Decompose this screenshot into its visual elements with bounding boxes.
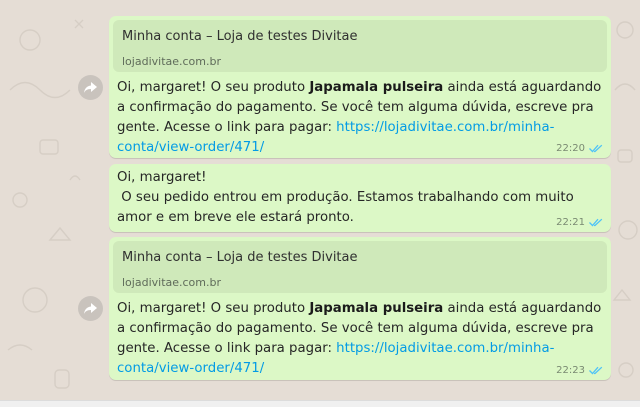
composer-bar-edge [0, 400, 640, 407]
link-preview-domain: lojadivitae.com.br [122, 276, 221, 289]
link-preview[interactable]: Minha conta – Loja de testes Divitae loj… [113, 20, 607, 72]
message-text: Oi, margaret! O seu pedido entrou em pro… [117, 170, 574, 225]
forward-arrow-icon [84, 82, 97, 93]
message-bubble[interactable]: Oi, margaret! O seu pedido entrou em pro… [109, 164, 611, 232]
message-bubble[interactable]: Minha conta – Loja de testes Divitae loj… [109, 237, 611, 380]
link-preview[interactable]: Minha conta – Loja de testes Divitae loj… [113, 241, 607, 293]
message-bubble[interactable]: Minha conta – Loja de testes Divitae loj… [109, 16, 611, 158]
link-preview-domain: lojadivitae.com.br [122, 55, 221, 68]
product-name: Japamala pulseira [309, 301, 444, 316]
double-check-blue-icon [589, 144, 603, 153]
product-name: Japamala pulseira [309, 80, 444, 95]
message-time: 22:23 [556, 365, 585, 376]
message-meta: 22:23 [556, 365, 603, 376]
link-preview-title: Minha conta – Loja de testes Divitae [122, 250, 358, 265]
message-text: Oi, margaret! O seu produto Japamala pul… [117, 80, 606, 155]
message-time: 22:21 [556, 217, 585, 228]
message-meta: 22:21 [556, 217, 603, 228]
message-text: Oi, margaret! O seu produto Japamala pul… [117, 301, 606, 376]
message-time: 22:20 [556, 143, 585, 154]
double-check-blue-icon [589, 366, 603, 375]
forward-button[interactable] [78, 75, 103, 100]
message-meta: 22:20 [556, 143, 603, 154]
link-preview-title: Minha conta – Loja de testes Divitae [122, 29, 358, 44]
forward-arrow-icon [84, 303, 97, 314]
forward-button[interactable] [78, 296, 103, 321]
double-check-blue-icon [589, 218, 603, 227]
